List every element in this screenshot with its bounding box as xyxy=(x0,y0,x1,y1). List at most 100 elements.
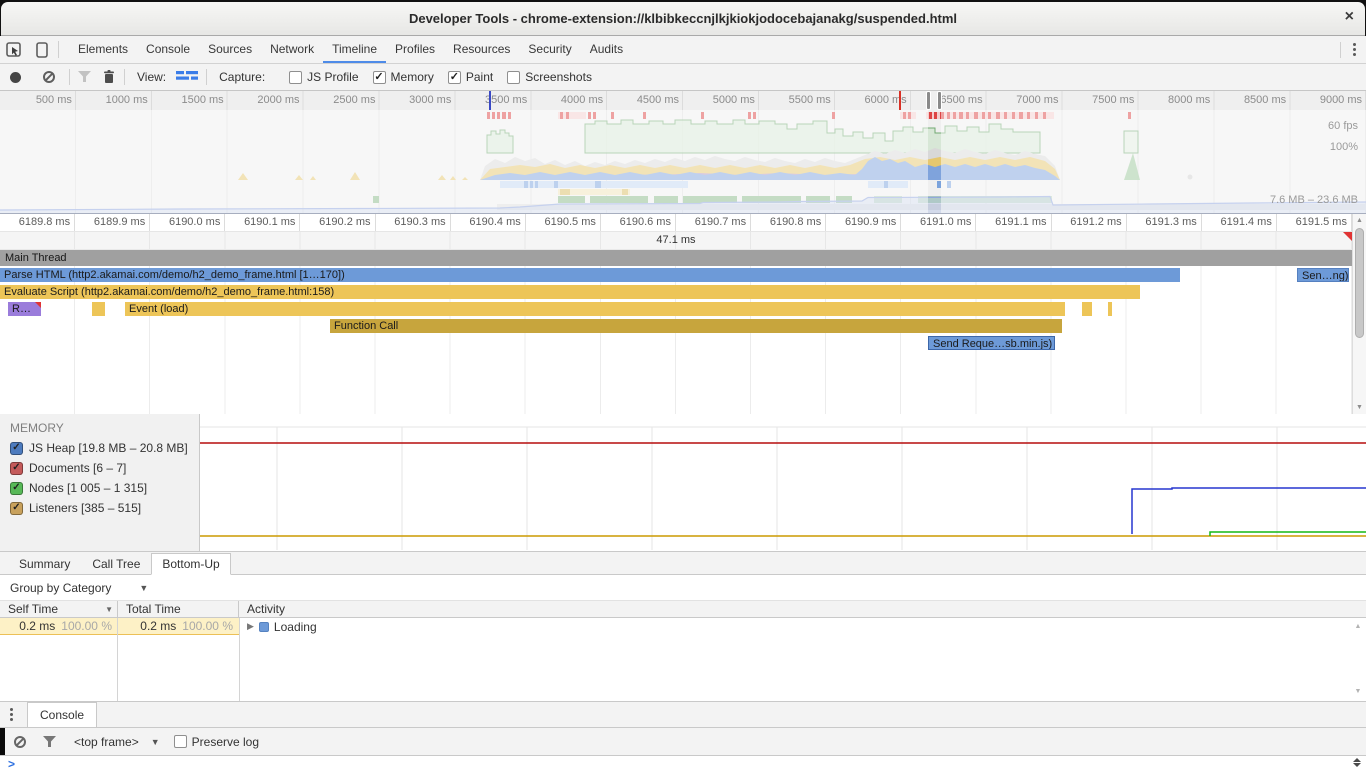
overview-time-label: 7000 ms xyxy=(987,91,1063,110)
series-checkbox[interactable]: ✓ xyxy=(10,482,23,495)
console-tab[interactable]: Console xyxy=(27,702,97,727)
panel-tab[interactable]: Resources xyxy=(444,36,519,63)
column-header-activity[interactable]: Activity xyxy=(239,601,1366,617)
capture-option-label: Memory xyxy=(391,70,434,84)
expander-icon[interactable]: ▶ xyxy=(247,621,254,632)
long-task-corner-icon xyxy=(1343,232,1352,241)
capture-checkbox[interactable]: ✓ xyxy=(289,71,302,84)
scrollbar-thumb[interactable] xyxy=(1355,228,1364,338)
grid-scroll-hints: ▲ ▼ xyxy=(1353,623,1363,695)
column-header-total-time[interactable]: Total Time xyxy=(118,601,239,617)
event-marker xyxy=(899,91,901,110)
selection-handle-left[interactable] xyxy=(926,91,931,110)
event-bar-send-request-right[interactable]: Sen…ng) xyxy=(1297,268,1349,282)
detail-time-label: 6189.9 ms xyxy=(75,214,150,231)
panel-tab[interactable]: Sources xyxy=(199,36,261,63)
series-checkbox[interactable]: ✓ xyxy=(10,502,23,515)
event-bar-small[interactable] xyxy=(1108,302,1112,316)
timeline-overview[interactable]: 500 ms1000 ms1500 ms2000 ms2500 ms3000 m… xyxy=(0,91,1366,214)
panel-tab[interactable]: Audits xyxy=(581,36,632,63)
detail-time-label: 6190.7 ms xyxy=(676,214,751,231)
preserve-log-checkbox[interactable]: ✓ xyxy=(174,735,187,748)
scroll-up-icon: ▲ xyxy=(1353,623,1363,630)
detail-view-tab[interactable]: Call Tree xyxy=(81,553,151,575)
detail-ruler: 6189.8 ms6189.9 ms6190.0 ms6190.1 ms6190… xyxy=(0,214,1352,232)
capture-option-label: Paint xyxy=(466,70,493,84)
column-header-self-time[interactable]: Self Time ▼ xyxy=(0,601,118,617)
event-bar-function-call[interactable]: Function Call xyxy=(330,319,1062,333)
view-mode-icon[interactable] xyxy=(176,70,198,84)
main-thread-header[interactable]: Main Thread xyxy=(0,250,1352,266)
scroll-down-icon[interactable]: ▼ xyxy=(1353,404,1366,411)
panel-tab[interactable]: Console xyxy=(137,36,199,63)
clear-recording-icon[interactable] xyxy=(43,71,55,83)
event-bar-evaluate-script[interactable]: Evaluate Script (http2.akamai.com/demo/h… xyxy=(0,285,1140,299)
overview-time-label: 9000 ms xyxy=(1290,91,1366,110)
capture-checkbox[interactable]: ✓ xyxy=(507,71,520,84)
bottom-up-grid: Self Time ▼ Total Time Activity 0.2 ms 1… xyxy=(0,601,1366,702)
event-bar-small[interactable] xyxy=(92,302,105,316)
series-checkbox[interactable]: ✓ xyxy=(10,442,23,455)
console-drawer: Console <top frame> ▼ ✓ Preserve log > xyxy=(0,702,1366,768)
detail-time-label: 6191.0 ms xyxy=(901,214,976,231)
clear-console-icon[interactable] xyxy=(14,736,26,748)
cell-activity: ▶ Loading xyxy=(239,618,1366,635)
detail-scrollbar[interactable]: ▲ ▼ xyxy=(1352,214,1366,414)
group-by-select[interactable]: Group by Category ▼ xyxy=(10,581,148,595)
memory-series-toggle[interactable]: ✓ JS Heap [19.8 MB – 20.8 MB] xyxy=(10,441,199,455)
frame-context-value: <top frame> xyxy=(74,735,139,749)
capture-label: Capture: xyxy=(219,70,265,84)
detail-view-tab[interactable]: Summary xyxy=(8,553,81,575)
capture-checkbox[interactable]: ✓ xyxy=(448,71,461,84)
detail-time-label: 6191.2 ms xyxy=(1052,214,1127,231)
memory-series-list: ✓ JS Heap [19.8 MB – 20.8 MB] ✓ Document… xyxy=(10,441,199,515)
overview-time-label: 5500 ms xyxy=(759,91,835,110)
overview-time-label: 8000 ms xyxy=(1138,91,1214,110)
overview-time-label: 2500 ms xyxy=(304,91,380,110)
table-row[interactable]: 0.2 ms 100.00 % 0.2 ms 100.00 % ▶ Loadin… xyxy=(0,618,1366,635)
detail-time-label: 6190.1 ms xyxy=(225,214,300,231)
panel-tab[interactable]: Elements xyxy=(69,36,137,63)
tabbar-right xyxy=(1338,36,1366,63)
memory-chart xyxy=(200,414,1366,551)
close-icon[interactable]: × xyxy=(1345,7,1354,27)
record-button[interactable] xyxy=(10,72,21,83)
drawer-menu-dots-icon[interactable] xyxy=(0,708,23,721)
detail-view-tabs: Summary Call Tree Bottom-Up xyxy=(0,552,1366,575)
scroll-up-icon[interactable]: ▲ xyxy=(1353,217,1366,224)
selection-handle-right[interactable] xyxy=(937,91,942,110)
event-bar-recalculate-style[interactable]: R… xyxy=(8,302,41,316)
overview-time-label: 3500 ms xyxy=(455,91,531,110)
panel-tab[interactable]: Network xyxy=(261,36,323,63)
series-label: JS Heap [19.8 MB – 20.8 MB] xyxy=(29,441,188,455)
chevron-down-icon: ▼ xyxy=(139,583,148,593)
frame-context-select[interactable]: <top frame> ▼ xyxy=(74,735,160,749)
overview-time-label: 1000 ms xyxy=(76,91,152,110)
series-label: Nodes [1 005 – 1 315] xyxy=(29,481,147,495)
filter-icon[interactable] xyxy=(72,71,96,83)
event-bar-event-load[interactable]: Event (load) xyxy=(125,302,1065,316)
event-bar-parse-html[interactable]: Parse HTML (http2.akamai.com/demo/h2_dem… xyxy=(0,268,1180,282)
detail-view-tab[interactable]: Bottom-Up xyxy=(151,553,230,575)
memory-series-toggle[interactable]: ✓ Nodes [1 005 – 1 315] xyxy=(10,481,199,495)
inspect-element-icon[interactable] xyxy=(0,36,28,63)
console-filter-icon[interactable] xyxy=(38,736,60,748)
fps-scale-label: 60 fps xyxy=(1328,120,1358,132)
overview-time-label: 8500 ms xyxy=(1214,91,1290,110)
memory-series-toggle[interactable]: ✓ Documents [6 – 7] xyxy=(10,461,199,475)
cpu-scale-label: 100% xyxy=(1330,141,1358,153)
console-prompt[interactable]: > xyxy=(0,756,1366,768)
memory-section: MEMORY ✓ JS Heap [19.8 MB – 20.8 MB] ✓ D… xyxy=(0,414,1366,552)
panel-tab[interactable]: Security xyxy=(519,36,580,63)
series-checkbox[interactable]: ✓ xyxy=(10,462,23,475)
resize-arrows-icon[interactable] xyxy=(1353,758,1361,767)
capture-checkbox[interactable]: ✓ xyxy=(373,71,386,84)
memory-series-toggle[interactable]: ✓ Listeners [385 – 515] xyxy=(10,501,199,515)
event-bar-small[interactable] xyxy=(1082,302,1092,316)
menu-dots-icon[interactable] xyxy=(1343,43,1366,56)
trash-icon[interactable] xyxy=(96,70,122,84)
panel-tab[interactable]: Timeline xyxy=(323,36,386,63)
event-bar-send-request-selected[interactable]: Send Reque…sb.min.js) xyxy=(928,336,1055,350)
device-toolbar-icon[interactable] xyxy=(28,36,56,63)
panel-tab[interactable]: Profiles xyxy=(386,36,444,63)
